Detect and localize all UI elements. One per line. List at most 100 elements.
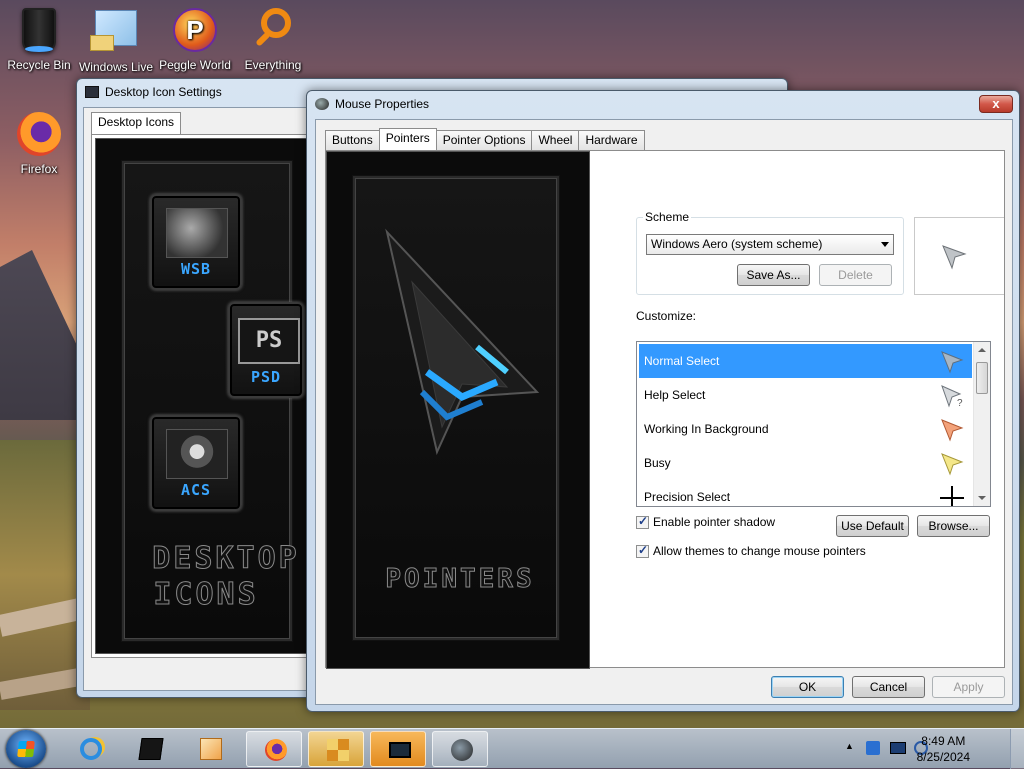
taskbar: ▲ 8:49 AM 8/25/2024 (0, 728, 1024, 769)
desktop-icon-label: Everything (244, 58, 302, 72)
checkbox-checked-icon[interactable] (636, 514, 649, 529)
network-icon[interactable] (890, 742, 906, 754)
taskbar-mouse-properties[interactable] (432, 731, 488, 767)
photoshop-icon: PS (238, 318, 300, 364)
pointer-preview (914, 217, 1004, 295)
everything-search-icon (249, 8, 297, 56)
scheme-label: Scheme (643, 210, 692, 224)
desktop-icon-recycle-bin[interactable]: Recycle Bin (1, 4, 77, 72)
pointer-name: Help Select (644, 388, 706, 402)
checkbox-label: Allow themes to change mouse pointers (653, 544, 866, 558)
desktop-icon-peggle-world[interactable]: P Peggle World (157, 4, 233, 72)
tab-buttons[interactable]: Buttons (325, 130, 380, 150)
ok-button[interactable]: OK (771, 676, 844, 698)
tab-pointer-options[interactable]: Pointer Options (435, 130, 533, 150)
mouse-properties-window[interactable]: Mouse Properties x Buttons Pointers Poin… (306, 90, 1020, 712)
chevron-down-icon (881, 242, 889, 247)
shield-icon[interactable] (866, 741, 880, 755)
scheme-select[interactable]: Windows Aero (system scheme) (646, 234, 894, 255)
list-item[interactable]: Help Select ? (639, 378, 972, 412)
art-title-line1: DESKTOP (152, 541, 300, 577)
desktop-icon-label: Firefox (20, 162, 58, 176)
window-client: Desktop Icons WSB PS PSD ACS DESKTOP ICO… (83, 107, 319, 691)
taskbar-clock[interactable]: 8:49 AM 8/25/2024 (917, 733, 970, 765)
scheme-selected-value: Windows Aero (system scheme) (651, 237, 823, 251)
tray-expand-icon[interactable]: ▲ (845, 741, 854, 751)
taskbar-ie[interactable] (62, 731, 118, 767)
windows-logo-icon (17, 741, 35, 757)
tab-strip: Desktop Icons (91, 112, 182, 134)
pointers-artwork: POINTERS (326, 151, 590, 669)
settings-app-icon (327, 739, 349, 761)
pointer-name: Precision Select (644, 490, 731, 504)
list-item[interactable]: Working In Background (639, 412, 972, 446)
busy-cursor-icon (941, 453, 964, 476)
checkbox-checked-icon[interactable] (636, 543, 649, 558)
speaker-icon (166, 429, 228, 479)
art-tile-wsb: WSB (150, 194, 242, 290)
art-tile-label: ACS (180, 481, 212, 499)
art-tile-label: WSB (180, 260, 212, 278)
taskbar-firefox[interactable] (246, 731, 302, 767)
pointers-tab-panel: POINTERS Scheme Windows Aero (system sch… (325, 150, 1005, 669)
pointer-name: Normal Select (644, 354, 720, 368)
firefox-icon (15, 112, 63, 160)
tab-pointers[interactable]: Pointers (378, 128, 437, 150)
clock-date: 8/25/2024 (916, 750, 970, 764)
desktop-wallpaper-mountain (0, 250, 80, 420)
pointer-list[interactable]: Normal Select Help Select ? Working In B… (636, 341, 991, 507)
art-tile-psd: PS PSD (228, 302, 304, 398)
window-client: Buttons Pointers Pointer Options Wheel H… (315, 119, 1013, 705)
window-title: Mouse Properties (335, 97, 430, 111)
scroll-thumb[interactable] (976, 362, 988, 394)
list-item[interactable]: Busy (639, 446, 972, 480)
scroll-up-icon[interactable] (978, 348, 986, 352)
pointer-preview-icon (942, 245, 967, 270)
tab-hardware[interactable]: Hardware (578, 130, 645, 150)
cancel-button[interactable]: Cancel (852, 676, 925, 698)
close-icon: x (992, 96, 1000, 111)
list-item[interactable]: Normal Select (639, 344, 972, 378)
desktop-icons-artwork: WSB PS PSD ACS DESKTOP ICONS (95, 138, 317, 654)
taskbar-media-player[interactable] (182, 731, 238, 767)
delete-button[interactable]: Delete (819, 264, 892, 286)
show-desktop-button[interactable] (1010, 729, 1024, 769)
desktop-icon-windows-live[interactable]: Windows Live (78, 4, 154, 74)
use-default-button[interactable]: Use Default (836, 515, 909, 537)
scroll-down-icon[interactable] (978, 496, 986, 500)
browse-button[interactable]: Browse... (917, 515, 990, 537)
art-tile-acs: ACS (150, 415, 242, 511)
media-player-icon (200, 738, 222, 760)
checkbox-label: Enable pointer shadow (653, 515, 776, 529)
enable-pointer-shadow-checkbox[interactable]: Enable pointer shadow (636, 514, 776, 529)
allow-themes-checkbox[interactable]: Allow themes to change mouse pointers (636, 543, 866, 558)
desktop-icon-firefox[interactable]: Firefox (1, 108, 77, 176)
taskbar-explorer[interactable] (122, 731, 178, 767)
tab-wheel[interactable]: Wheel (531, 130, 580, 150)
taskbar-app-settings[interactable] (308, 731, 364, 767)
list-item[interactable]: Precision Select (639, 480, 972, 506)
window-title: Desktop Icon Settings (105, 85, 222, 99)
apply-button[interactable]: Apply (932, 676, 1005, 698)
desktop-icon-label: Windows Live (78, 60, 154, 74)
tab-panel: WSB PS PSD ACS DESKTOP ICONS (91, 134, 319, 658)
crosshair-cursor-icon (940, 486, 964, 506)
art-title-line2: ICONS (153, 577, 259, 613)
mouse-icon (451, 739, 473, 761)
mouse-icon (315, 98, 329, 110)
window-titlebar[interactable]: Mouse Properties (307, 91, 1019, 117)
list-scrollbar[interactable] (973, 342, 990, 506)
monitor-icon (389, 742, 411, 758)
clock-time: 8:49 AM (921, 734, 966, 748)
close-button[interactable]: x (979, 95, 1013, 113)
customize-label: Customize: (636, 309, 697, 323)
taskbar-desktop-icon-settings[interactable] (370, 731, 426, 767)
recycle-bin-icon (15, 8, 63, 56)
art-title: POINTERS (385, 564, 535, 595)
start-button[interactable] (6, 730, 46, 768)
desktop-icon-everything[interactable]: Everything (235, 4, 311, 72)
tab-desktop-icons[interactable]: Desktop Icons (91, 112, 182, 134)
working-cursor-icon (941, 419, 964, 442)
save-as-button[interactable]: Save As... (737, 264, 810, 286)
scheme-group: Scheme Windows Aero (system scheme) Save… (636, 210, 904, 295)
